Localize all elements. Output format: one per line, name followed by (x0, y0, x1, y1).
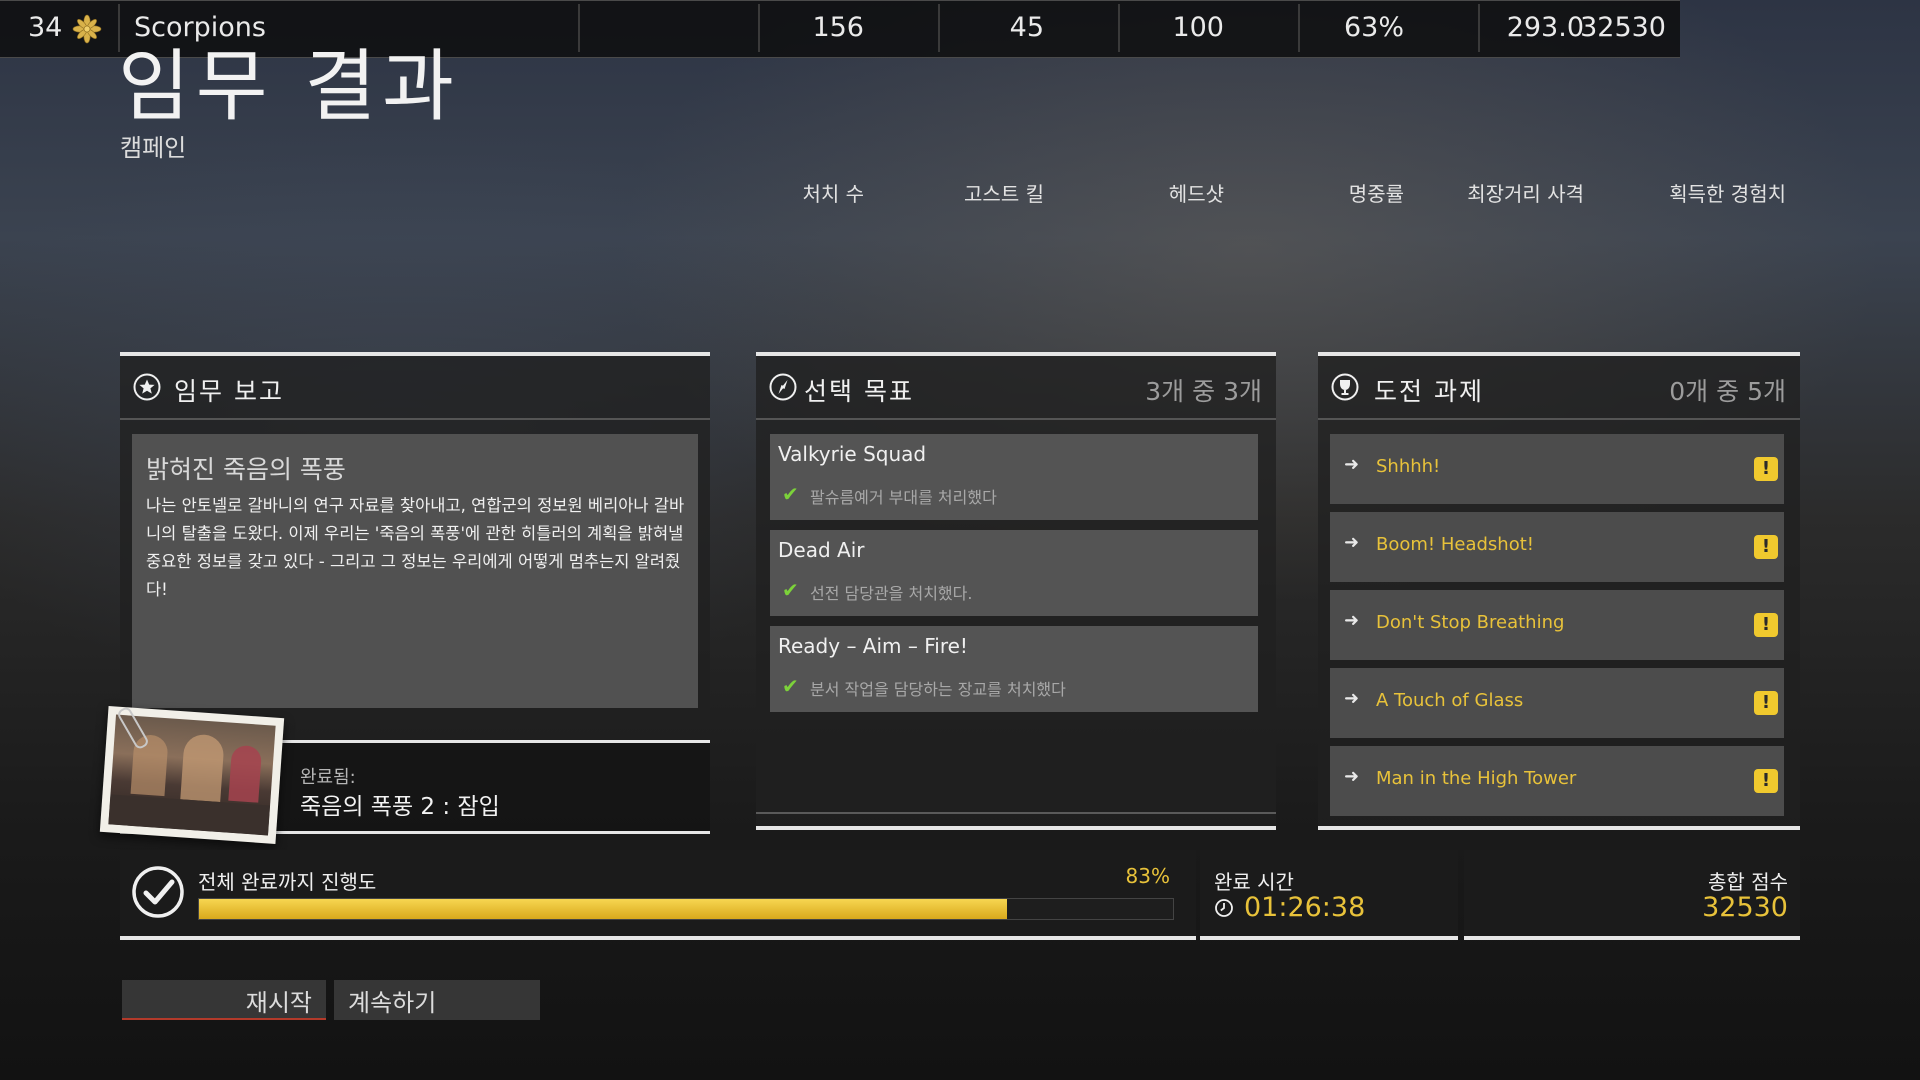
restart-button-underline (122, 1018, 326, 1020)
challenge-name: A Touch of Glass (1376, 690, 1524, 711)
objective-name: Valkyrie Squad (778, 442, 927, 466)
challenge-item[interactable]: ➜ Shhhh! ! (1330, 434, 1784, 504)
stats-bar: 34 Scorpions 156 45 100 63% 293.0 32530 (0, 0, 1680, 58)
arrow-right-icon: ➜ (1344, 532, 1360, 553)
rank-insignia-icon (72, 14, 102, 48)
progress-percent: 83% (1125, 864, 1170, 888)
checkmark-icon: ✔ (782, 578, 799, 602)
stat-header-headshots: 헤드샷 (1168, 182, 1224, 206)
trophy-icon (1330, 372, 1360, 406)
objective-desc: 팔슈름예거 부대를 처리했다 (810, 488, 997, 507)
score-label: 총합 점수 (1708, 870, 1788, 894)
arrow-right-icon: ➜ (1344, 610, 1360, 631)
completion-time-panel: 완료 시간 01:26:38 (1200, 850, 1458, 940)
objectives-panel: 선택 목표 3개 중 3개 Valkyrie Squad ✔ 팔슈름예거 부대를… (756, 352, 1276, 830)
restart-button[interactable]: 재시작 (122, 980, 326, 1020)
total-score-panel: 총합 점수 32530 (1464, 850, 1800, 940)
objective-name: Ready – Aim – Fire! (778, 634, 968, 658)
continue-button[interactable]: 계속하기 (334, 980, 540, 1020)
challenge-item[interactable]: ➜ A Touch of Glass ! (1330, 668, 1784, 738)
stat-header-accuracy: 명중률 (1348, 182, 1404, 206)
alert-badge-icon: ! (1754, 769, 1778, 793)
checkmark-icon: ✔ (782, 674, 799, 698)
objectives-count: 3개 중 3개 (1145, 377, 1262, 406)
compass-icon (768, 372, 798, 406)
objectives-title: 선택 목표 (804, 377, 914, 406)
arrow-right-icon: ➜ (1344, 766, 1360, 787)
mission-report-box[interactable]: 밝혀진 죽음의 폭풍 나는 안토넬로 갈바니의 연구 자료를 찾아내고, 연합군… (132, 434, 698, 708)
player-rank: 34 (28, 12, 63, 43)
challenge-name: Man in the High Tower (1376, 768, 1577, 789)
time-value: 01:26:38 (1244, 892, 1366, 923)
player-name: Scorpions (134, 12, 266, 43)
challenges-count: 0개 중 5개 (1669, 377, 1786, 406)
page-title: 임무 결과 (118, 42, 460, 132)
challenge-name: Don't Stop Breathing (1376, 612, 1565, 633)
completion-progress-panel: 전체 완료까지 진행도 83% (120, 850, 1196, 940)
mission-report-header: 임무 보고 (120, 356, 710, 420)
challenges-header: 도전 과제 0개 중 5개 (1318, 356, 1800, 420)
stat-header-xp: 획득한 경험치 (1669, 182, 1786, 206)
objective-desc: 분서 작업을 담당하는 장교를 처치했다 (810, 680, 1066, 699)
stat-header-longest-shot: 최장거리 사격 (1467, 182, 1584, 206)
challenge-name: Shhhh! (1376, 456, 1441, 477)
objectives-header: 선택 목표 3개 중 3개 (756, 356, 1276, 420)
objective-name: Dead Air (778, 538, 865, 562)
challenges-title: 도전 과제 (1374, 377, 1484, 406)
objective-item[interactable]: Valkyrie Squad ✔ 팔슈름예거 부대를 처리했다 (770, 434, 1258, 520)
progress-bar (198, 898, 1174, 920)
progress-bar-fill (199, 899, 1008, 919)
stat-xp: 32530 (1580, 12, 1666, 43)
objective-desc: 선전 담당관을 처치했다. (810, 584, 973, 603)
alert-badge-icon: ! (1754, 691, 1778, 715)
star-badge-icon (132, 372, 162, 406)
mission-report-body: 나는 안토넬로 갈바니의 연구 자료를 찾아내고, 연합군의 정보원 베리아나 … (146, 496, 685, 599)
alert-badge-icon: ! (1754, 535, 1778, 559)
stat-header-kills: 처치 수 (802, 182, 864, 206)
alert-badge-icon: ! (1754, 457, 1778, 481)
challenge-item[interactable]: ➜ Man in the High Tower ! (1330, 746, 1784, 816)
score-value: 32530 (1702, 892, 1788, 923)
progress-label: 전체 완료까지 진행도 (198, 870, 377, 894)
page-subtitle: 캠페인 (120, 134, 187, 162)
mission-report-title: 임무 보고 (174, 377, 284, 406)
challenge-name: Boom! Headshot! (1376, 534, 1534, 555)
challenge-item[interactable]: ➜ Don't Stop Breathing ! (1330, 590, 1784, 660)
arrow-right-icon: ➜ (1344, 454, 1360, 475)
completed-label: 완료됨: (300, 767, 356, 788)
stat-header-ghost-kills: 고스트 킬 (964, 182, 1044, 206)
challenge-item[interactable]: ➜ Boom! Headshot! ! (1330, 512, 1784, 582)
alert-badge-icon: ! (1754, 613, 1778, 637)
check-circle-icon (130, 864, 186, 924)
mission-report-heading: 밝혀진 죽음의 폭풍 (146, 455, 346, 484)
challenges-panel: 도전 과제 0개 중 5개 ➜ Shhhh! ! ➜ Boom! Headsho… (1318, 352, 1800, 830)
clock-icon (1214, 898, 1234, 922)
arrow-right-icon: ➜ (1344, 688, 1360, 709)
time-label: 완료 시간 (1214, 870, 1294, 894)
checkmark-icon: ✔ (782, 482, 799, 506)
objective-item[interactable]: Ready – Aim – Fire! ✔ 분서 작업을 담당하는 장교를 처치… (770, 626, 1258, 712)
mission-report-panel: 임무 보고 밝혀진 죽음의 폭풍 나는 안토넬로 갈바니의 연구 자료를 찾아내… (120, 352, 710, 734)
completed-mission-name: 죽음의 폭풍 2 : 잠입 (300, 794, 500, 820)
objective-item[interactable]: Dead Air ✔ 선전 담당관을 처치했다. (770, 530, 1258, 616)
